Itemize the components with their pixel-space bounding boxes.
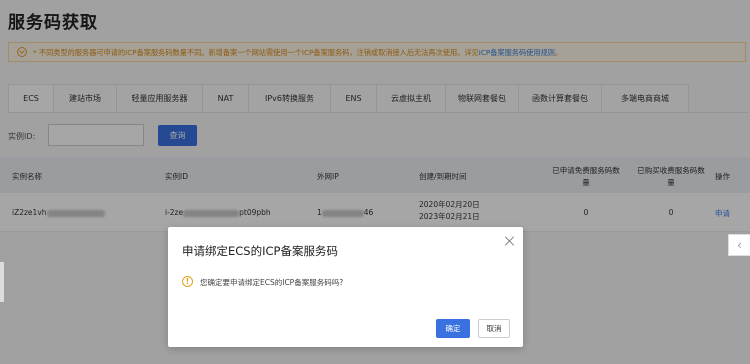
sidebar-edge: [0, 262, 4, 302]
close-icon[interactable]: [504, 235, 516, 247]
dialog-title: 申请绑定ECS的ICP备案服务码: [182, 244, 338, 258]
warning-icon: !: [182, 276, 193, 287]
confirm-button[interactable]: 确定: [436, 319, 470, 338]
cancel-button[interactable]: 取消: [478, 319, 510, 338]
confirm-dialog: 申请绑定ECS的ICP备案服务码 ! 您确定要申请绑定ECS的ICP备案服务码吗…: [168, 227, 523, 347]
chevron-left-icon[interactable]: ‹: [728, 234, 750, 256]
dialog-message: 您确定要申请绑定ECS的ICP备案服务码吗?: [200, 278, 344, 287]
